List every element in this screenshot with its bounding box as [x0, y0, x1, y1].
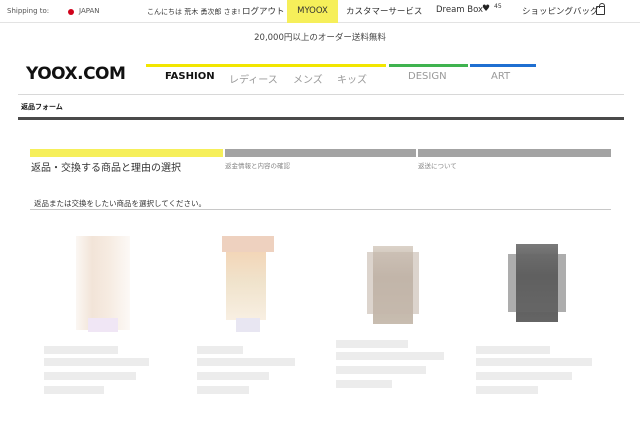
product-text-blurred	[44, 358, 149, 366]
user-greeting: こんにちは 荒木 勇次郎 さま!	[147, 8, 241, 16]
free-shipping-banner: 20,000円以上のオーダー送料無料	[254, 33, 386, 43]
selection-instruction: 返品または交換をしたい商品を選択してください。	[34, 199, 207, 208]
fashion-color-strip	[146, 64, 386, 67]
step-1-label: 返品・交換する商品と理由の選択	[31, 163, 181, 174]
product-text-blurred	[476, 358, 592, 366]
design-color-strip	[389, 64, 468, 67]
top-utility-bar: Shipping to: JAPAN こんにちは 荒木 勇次郎 さま! ログアウ…	[0, 0, 640, 23]
page-title: 返品フォーム	[21, 103, 63, 111]
step-3-bar	[418, 149, 611, 157]
yoox-logo[interactable]: YOOX.COM	[26, 64, 126, 84]
shopping-bag-link[interactable]: ショッピングバッグ	[522, 5, 599, 17]
product-image-detail	[88, 318, 118, 332]
product-text-blurred	[476, 346, 550, 354]
product-image-detail	[236, 318, 260, 332]
product-text-blurred	[44, 346, 118, 354]
product-text-blurred	[476, 372, 572, 380]
step-2-label: 返金情報と内容の確認	[225, 162, 290, 170]
product-text-blurred	[197, 346, 243, 354]
product-text-blurred	[476, 386, 538, 394]
product-text-blurred	[197, 386, 249, 394]
product-text-blurred	[44, 372, 136, 380]
logout-link[interactable]: ログアウト	[242, 5, 285, 17]
product-text-blurred	[336, 340, 408, 348]
step-3-label: 返送について	[418, 162, 457, 170]
country-selector[interactable]: JAPAN	[79, 7, 100, 15]
art-color-strip	[470, 64, 536, 67]
product-text-blurred	[336, 380, 392, 388]
header-divider	[18, 94, 624, 95]
customer-service-link[interactable]: カスタマーサービス	[346, 5, 422, 17]
product-image-detail	[508, 254, 566, 312]
dream-box-link[interactable]: Dream Box	[436, 5, 483, 15]
title-underline	[18, 117, 624, 120]
shopping-bag-icon[interactable]	[596, 3, 605, 15]
dream-box-count: 45	[494, 3, 502, 10]
nav-art[interactable]: ART	[491, 71, 510, 82]
product-text-blurred	[44, 386, 104, 394]
product-image[interactable]	[222, 236, 274, 252]
product-text-blurred	[197, 358, 295, 366]
product-image-detail	[367, 252, 419, 314]
product-image-detail	[226, 252, 266, 320]
nav-mens[interactable]: メンズ	[293, 71, 323, 86]
japan-flag-icon	[68, 9, 74, 15]
step-2-bar	[225, 149, 416, 157]
myoox-link[interactable]: MYOOX	[287, 0, 338, 23]
nav-fashion[interactable]: FASHION	[165, 71, 215, 82]
nav-ladies[interactable]: レディース	[229, 71, 278, 86]
product-text-blurred	[197, 372, 269, 380]
nav-kids[interactable]: キッズ	[337, 71, 367, 86]
instruction-divider	[30, 209, 611, 210]
nav-design[interactable]: DESIGN	[408, 71, 447, 82]
product-image[interactable]	[76, 236, 130, 330]
heart-icon[interactable]: ♥	[482, 4, 490, 14]
product-text-blurred	[336, 366, 426, 374]
product-text-blurred	[336, 352, 444, 360]
shipping-to-label: Shipping to:	[7, 7, 50, 15]
step-1-bar	[30, 149, 223, 157]
